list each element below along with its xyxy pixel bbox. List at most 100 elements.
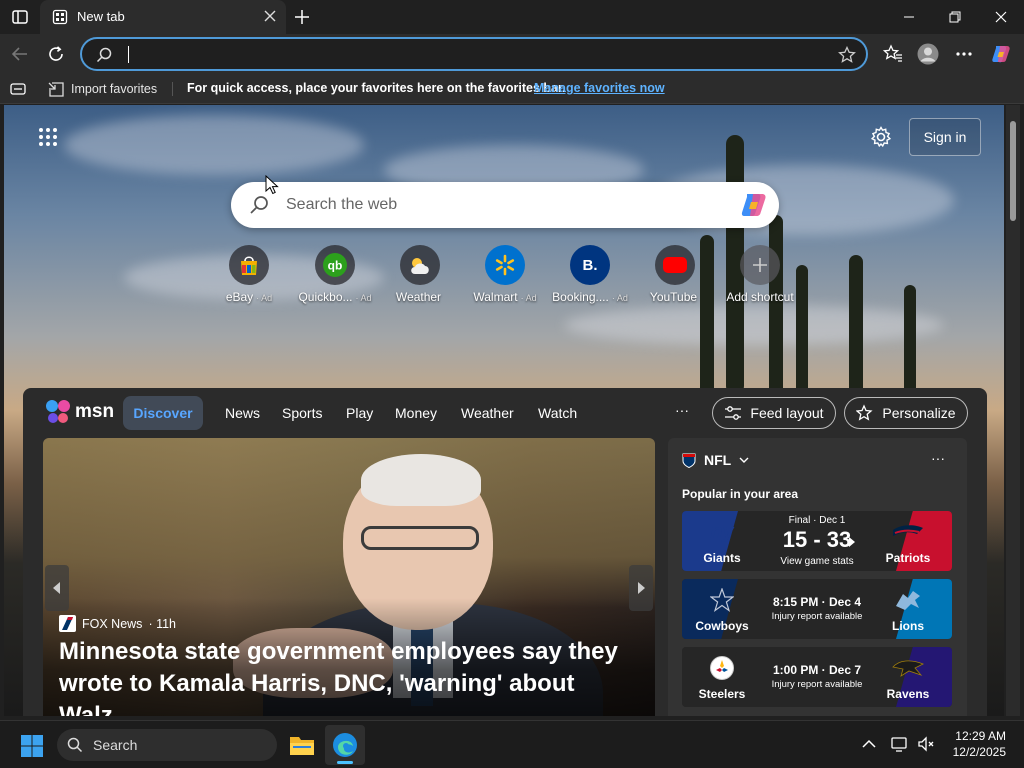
tab-discover[interactable]: Discover (123, 396, 203, 430)
nav-more-button[interactable]: ··· (675, 402, 689, 418)
personalize-label: Personalize (882, 405, 956, 421)
background-cloud (64, 115, 364, 175)
restore-button[interactable] (932, 0, 978, 34)
game-row[interactable]: ny Giants Patriots Final · Dec 1 15 - 33… (682, 511, 952, 571)
address-bar[interactable] (80, 37, 868, 71)
close-icon (995, 11, 1007, 23)
tab-play[interactable]: Play (346, 405, 373, 421)
carousel-next-button[interactable] (629, 565, 653, 611)
quickbooks-icon: qb (315, 245, 355, 285)
taskbar-search-label: Search (93, 737, 138, 753)
sign-in-button[interactable]: Sign in (909, 118, 981, 156)
tab-sports[interactable]: Sports (282, 405, 322, 421)
file-explorer-button[interactable] (282, 725, 322, 765)
cowboys-star-icon (704, 585, 740, 615)
shortcut-quickbooks[interactable]: qb Quickbo... · Ad (290, 245, 380, 304)
game-row[interactable]: Steelers Ravens 1:00 PM · Dec 7 Injury r… (682, 647, 952, 707)
copilot-button[interactable] (990, 43, 1012, 65)
chevron-up-icon[interactable] (860, 735, 878, 753)
shortcut-booking[interactable]: B. Booking.... · Ad (545, 245, 635, 304)
network-icon[interactable] (891, 735, 909, 753)
settings-more-button[interactable] (953, 43, 975, 65)
article-age: · 11h (148, 616, 177, 631)
close-tab-icon[interactable] (264, 10, 276, 22)
windows-start-icon[interactable] (20, 734, 44, 758)
patriots-logo-icon (890, 517, 926, 547)
nfl-more-button[interactable]: ··· (931, 450, 945, 466)
system-clock[interactable]: 12:29 AM 12/2/2025 (953, 728, 1006, 760)
game-status: Final · Dec 1 (788, 515, 846, 526)
scrollbar-thumb[interactable] (1010, 121, 1016, 221)
personalize-button[interactable]: Personalize (844, 397, 968, 429)
tab-title: New tab (77, 9, 125, 24)
weather-icon (400, 245, 440, 285)
back-button[interactable] (9, 43, 31, 65)
copilot-icon[interactable] (739, 191, 769, 219)
manage-favorites-link[interactable]: Manage favorites now (534, 81, 665, 95)
gear-icon[interactable] (870, 126, 892, 148)
search-icon (96, 47, 112, 63)
minimize-button[interactable] (886, 0, 932, 34)
volume-muted-icon[interactable] (917, 735, 935, 753)
chevron-left-icon (53, 582, 60, 594)
tab-actions-icon[interactable] (10, 82, 26, 96)
shortcut-youtube[interactable]: YouTube (630, 245, 720, 304)
nfl-scores-card: NFL ··· Popular in your area ny Giants P… (668, 438, 967, 716)
play-triangle-icon (849, 537, 855, 547)
clock-date: 12/2/2025 (952, 745, 1006, 759)
tab-money[interactable]: Money (395, 405, 437, 421)
favorites-button[interactable] (882, 43, 904, 65)
sidebar-toggle-icon[interactable] (10, 7, 30, 27)
clock-time: 12:29 AM (955, 729, 1006, 743)
favorite-star-icon[interactable] (838, 46, 856, 64)
chevron-down-icon (739, 457, 749, 463)
tab-weather[interactable]: Weather (461, 405, 514, 421)
msn-wordmark: msn (75, 401, 115, 422)
sliders-icon (725, 406, 742, 420)
shortcut-walmart[interactable]: Walmart · Ad (460, 245, 550, 304)
ad-badge: · Ad (355, 293, 372, 303)
home-team-name: Giants (703, 551, 741, 565)
home-team-name: Cowboys (695, 619, 749, 633)
article-source: FOX News · 11h (59, 615, 176, 632)
feed-layout-button[interactable]: Feed layout (712, 397, 836, 429)
carousel-prev-button[interactable] (45, 565, 69, 611)
walmart-icon (485, 245, 525, 285)
tab-news[interactable]: News (225, 405, 260, 421)
nfl-league-selector[interactable]: NFL (682, 452, 749, 468)
close-window-button[interactable] (978, 0, 1024, 34)
hero-article-card[interactable]: FOX News · 11h Minnesota state governmen… (43, 438, 655, 716)
more-horizontal-icon (956, 52, 972, 56)
sparkle-star-icon (856, 404, 873, 421)
refresh-button[interactable] (45, 43, 67, 65)
tab-new-tab[interactable]: New tab (40, 0, 286, 34)
favorites-icon (883, 44, 902, 62)
taskbar-search-box[interactable]: Search (57, 729, 277, 761)
giants-logo-icon: ny (710, 520, 734, 543)
source-name: FOX News (82, 616, 143, 631)
shortcut-ebay[interactable]: eBay · Ad (204, 245, 294, 304)
edge-taskbar-button[interactable] (325, 725, 365, 765)
import-icon (48, 81, 64, 97)
shortcut-label: YouTube (649, 290, 698, 304)
text-cursor (128, 46, 129, 63)
shortcut-weather[interactable]: Weather (375, 245, 465, 304)
tab-watch[interactable]: Watch (538, 405, 577, 421)
import-favorites-button[interactable]: Import favorites (48, 80, 157, 98)
msn-logo[interactable]: msn (45, 399, 114, 425)
home-team-name: Steelers (698, 687, 746, 701)
apps-grid-icon[interactable] (38, 127, 58, 147)
new-tab-button[interactable] (292, 7, 312, 27)
refresh-icon (49, 46, 63, 61)
hero-headline[interactable]: Minnesota state government employees say… (59, 636, 649, 716)
ad-badge: · Ad (520, 293, 537, 303)
profile-button[interactable] (917, 43, 939, 65)
hero-image-person (361, 454, 481, 506)
game-detail[interactable]: View game stats (752, 556, 882, 567)
web-search-box[interactable]: Search the web (231, 182, 779, 228)
page-scrollbar[interactable] (1006, 105, 1020, 716)
game-detail[interactable]: Injury report available (752, 679, 882, 690)
game-detail[interactable]: Injury report available (752, 611, 882, 622)
game-row[interactable]: Cowboys Lions 8:15 PM · Dec 4 Injury rep… (682, 579, 952, 639)
add-shortcut-button[interactable]: Add shortcut (715, 245, 805, 304)
